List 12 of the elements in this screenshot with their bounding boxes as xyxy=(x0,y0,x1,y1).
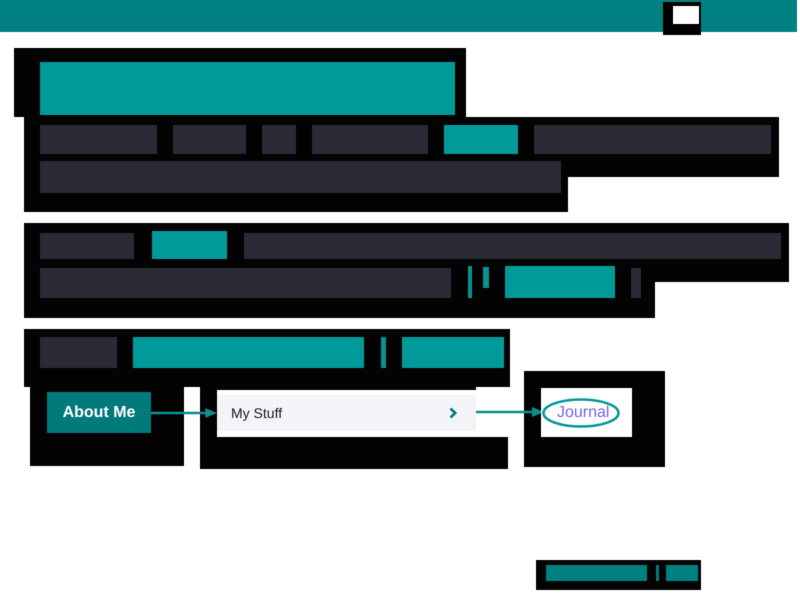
redacted-text-bar xyxy=(631,268,641,298)
menu-item[interactable]: My Stuff xyxy=(217,390,476,437)
arrow-connector xyxy=(151,408,217,418)
nav-button[interactable]: About Me xyxy=(47,392,151,433)
redacted-divider-bar xyxy=(381,337,386,368)
redacted-link-bar xyxy=(666,565,698,581)
redacted-text-bar xyxy=(262,125,296,154)
arrow-connector xyxy=(476,407,544,417)
redacted-divider-bar xyxy=(483,267,489,288)
chevron-right-icon xyxy=(449,407,457,419)
redacted-divider-bar xyxy=(656,565,659,581)
redacted-divider-bar xyxy=(468,266,472,298)
